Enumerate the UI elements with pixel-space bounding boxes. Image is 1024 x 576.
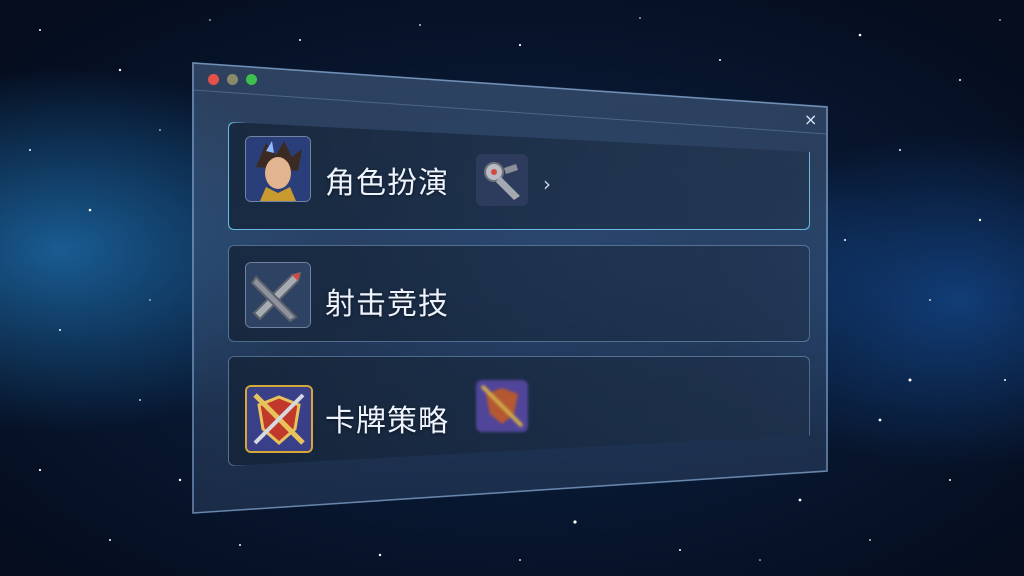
- blurred-card-icon: [476, 380, 528, 432]
- genre-item-shooter[interactable]: [228, 245, 810, 342]
- genre-label: 角色扮演: [325, 166, 449, 201]
- genre-label: 射击竞技: [325, 287, 449, 322]
- close-window-dot[interactable]: [208, 74, 219, 85]
- genre-label: 卡牌策略: [325, 404, 449, 439]
- sword-shield-card-icon: [245, 385, 313, 453]
- blaster-icon: [476, 154, 528, 206]
- maximize-window-dot[interactable]: [246, 74, 257, 85]
- window-controls: [208, 74, 257, 85]
- hero-portrait-icon: [245, 136, 311, 202]
- minimize-window-dot[interactable]: [227, 74, 238, 85]
- close-icon[interactable]: ×: [804, 112, 817, 128]
- crossed-weapons-icon: [245, 262, 311, 328]
- chevron-right-icon[interactable]: ›: [543, 172, 551, 196]
